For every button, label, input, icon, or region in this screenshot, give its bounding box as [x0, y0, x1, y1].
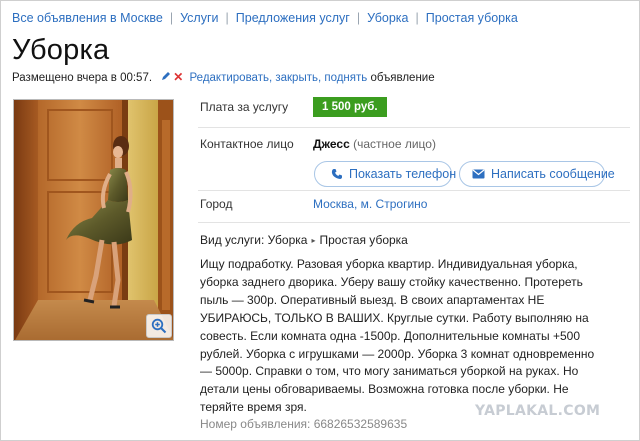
service-category: Уборка — [267, 233, 308, 247]
contact-type: (частное лицо) — [353, 137, 436, 151]
envelope-icon — [472, 169, 485, 179]
edit-close-raise-link[interactable]: Редактировать, закрыть, поднять — [190, 72, 368, 84]
write-message-button[interactable]: Написать сообщение — [459, 161, 615, 187]
breadcrumb-separator: | — [415, 11, 419, 25]
posting-meta-suffix: объявление — [370, 72, 435, 84]
breadcrumb-item-cleaning[interactable]: Уборка — [367, 11, 408, 25]
price-badge: 1 500 руб. — [313, 97, 387, 117]
posting-meta: Размещено вчера в 00:57. ✕ Редактировать… — [12, 70, 435, 84]
write-message-label: Написать сообщение — [491, 167, 615, 181]
breadcrumb-separator: | — [356, 11, 361, 25]
breadcrumb-item-all-ads[interactable]: Все объявления в Москве — [12, 11, 163, 25]
show-phone-button[interactable]: Показать телефон — [314, 161, 456, 187]
zoom-in-icon — [151, 318, 167, 334]
service-type-label: Вид услуги: — [200, 233, 265, 247]
pencil-icon[interactable] — [161, 71, 171, 84]
breadcrumb-separator: | — [225, 11, 229, 25]
city-label: Город — [200, 197, 233, 211]
listing-photo-image — [14, 100, 173, 340]
page-title: Уборка — [12, 34, 110, 66]
contact-name: Джесс (частное лицо) — [313, 137, 436, 151]
breadcrumb-item-simple-cleaning[interactable]: Простая уборка — [426, 11, 518, 25]
breadcrumb-arrow-icon: ▸ — [311, 236, 316, 245]
site-watermark: YAPLAKAL.COM — [475, 403, 601, 419]
ad-number: Номер объявления: 66826532589635 — [200, 417, 408, 431]
service-subcategory: Простая уборка — [319, 233, 408, 247]
contact-label: Контактное лицо — [200, 137, 294, 151]
contact-person-name: Джесс — [313, 137, 350, 151]
listing-photo[interactable] — [13, 99, 174, 341]
breadcrumb-item-services[interactable]: Услуги — [180, 11, 218, 25]
service-type: Вид услуги: Уборка ▸ Простая уборка — [200, 233, 408, 247]
breadcrumb-separator: | — [169, 11, 174, 25]
posted-time: Размещено вчера в 00:57. — [12, 72, 153, 84]
city-link[interactable]: Москва, м. Строгино — [313, 197, 427, 211]
breadcrumb-item-service-offers[interactable]: Предложения услуг — [236, 11, 350, 25]
close-icon[interactable]: ✕ — [173, 70, 183, 84]
listing-description: Ищу подработку. Разовая уборка квартир. … — [200, 257, 595, 415]
price-label: Плата за услугу — [200, 100, 289, 114]
breadcrumb: Все объявления в Москве | Услуги | Предложен… — [12, 11, 518, 25]
show-phone-label: Показать телефон — [349, 167, 457, 181]
zoom-button[interactable] — [146, 314, 172, 338]
divider — [198, 127, 630, 128]
divider — [198, 190, 630, 191]
divider — [198, 222, 630, 223]
phone-icon — [331, 168, 343, 180]
